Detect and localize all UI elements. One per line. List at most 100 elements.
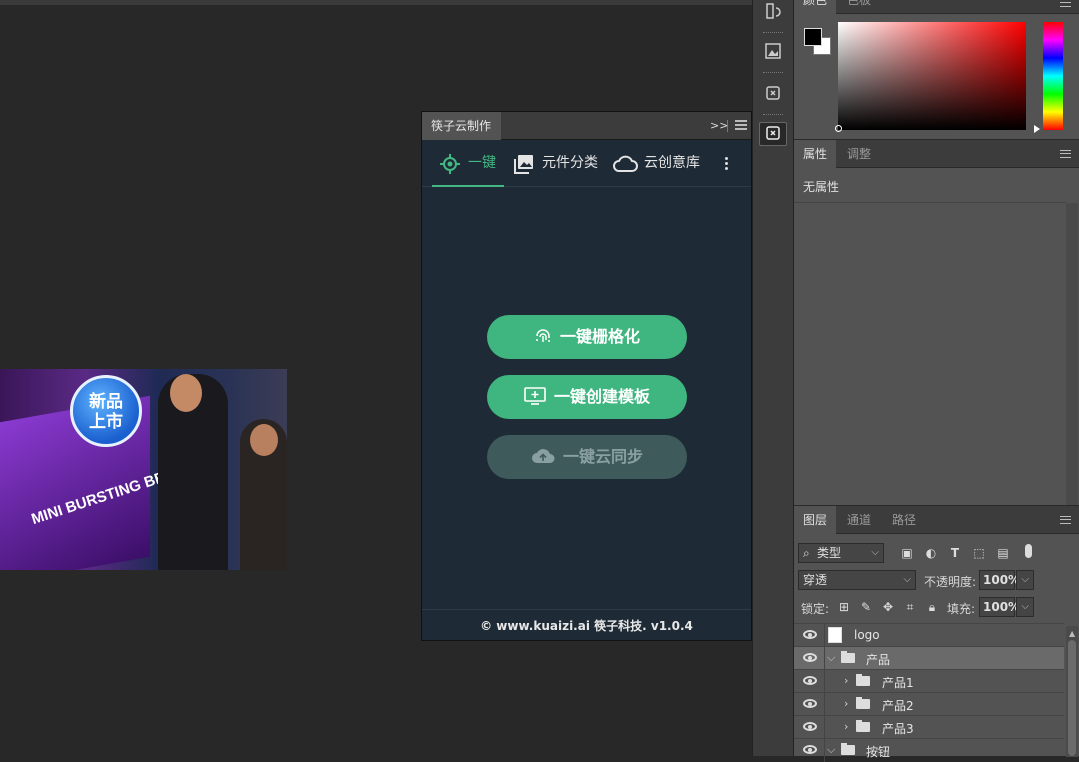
visibility-eye-icon[interactable] bbox=[803, 653, 817, 662]
opacity-input[interactable]: 100% bbox=[979, 570, 1020, 590]
kuaizi-plugin-panel: 筷子云制作 >> 一键 元件分类 云创意库 一键栅格化 一键创建模板 一键云同步… bbox=[421, 111, 752, 641]
lock-artboard-icon[interactable]: ⌗ bbox=[903, 601, 917, 613]
filter-toggle-icon[interactable] bbox=[1025, 544, 1032, 558]
chevron-down-icon: ⌵ bbox=[871, 547, 879, 558]
layer-row[interactable]: ⌵ 产品 bbox=[794, 646, 1064, 670]
properties-menu-icon[interactable] bbox=[1060, 150, 1071, 158]
opacity-dropdown[interactable]: ⌵ bbox=[1016, 570, 1034, 590]
folder-icon bbox=[841, 651, 855, 663]
lock-all-icon[interactable]: 🔒︎ bbox=[925, 601, 939, 613]
layer-row[interactable]: › 产品1 bbox=[794, 669, 1064, 693]
plugin-tab[interactable]: 筷子云制作 bbox=[422, 112, 501, 140]
lock-label: 锁定: bbox=[801, 602, 830, 616]
row-divider bbox=[824, 647, 825, 670]
fill-input[interactable]: 100% bbox=[979, 597, 1020, 617]
grip[interactable] bbox=[763, 32, 783, 35]
target-icon bbox=[440, 154, 460, 174]
more-options-icon[interactable] bbox=[725, 157, 729, 172]
grip[interactable] bbox=[763, 72, 783, 75]
properties-divider bbox=[794, 202, 1066, 203]
tab-channels[interactable]: 通道 bbox=[838, 506, 880, 534]
plugin-footer: © www.kuaizi.ai 筷子科技. v1.0.4 bbox=[422, 609, 751, 641]
panel-icon-strip bbox=[752, 0, 794, 756]
layers-scroll-thumb[interactable] bbox=[1068, 640, 1076, 756]
color-spectrum-field[interactable] bbox=[838, 22, 1026, 130]
layers-scrollbar[interactable]: ▲ bbox=[1066, 626, 1078, 757]
layers-tabs: 图层 通道 路径 bbox=[794, 506, 1079, 534]
no-properties-text: 无属性 bbox=[803, 180, 840, 194]
hue-slider-handle[interactable] bbox=[1034, 125, 1040, 133]
visibility-eye-icon[interactable] bbox=[803, 722, 817, 731]
scroll-up-icon[interactable]: ▲ bbox=[1069, 629, 1075, 638]
layer-name: 产品1 bbox=[882, 676, 914, 690]
layer-filter-select[interactable]: ⌕ 类型 ⌵ bbox=[798, 543, 884, 563]
fill-dropdown[interactable]: ⌵ bbox=[1016, 597, 1034, 617]
filter-type-icon[interactable]: T bbox=[948, 547, 962, 559]
tab-properties[interactable]: 属性 bbox=[794, 140, 837, 168]
grip[interactable] bbox=[763, 114, 783, 117]
tab-layers[interactable]: 图层 bbox=[794, 506, 837, 534]
tab-cloud-label: 云创意库 bbox=[644, 155, 700, 171]
filter-adjustment-icon[interactable]: ◐ bbox=[924, 547, 938, 559]
folder-icon bbox=[856, 697, 870, 709]
row-divider bbox=[824, 624, 825, 647]
kuaizi-panel-icon[interactable] bbox=[759, 122, 787, 146]
visibility-eye-icon[interactable] bbox=[803, 699, 817, 708]
layer-row[interactable]: › 产品2 bbox=[794, 692, 1064, 716]
layer-name: 产品 bbox=[866, 653, 891, 667]
folder-icon bbox=[856, 720, 870, 732]
history-icon[interactable] bbox=[759, 0, 787, 24]
cloud-sync-button: 一键云同步 bbox=[487, 435, 687, 479]
rasterize-button[interactable]: 一键栅格化 bbox=[487, 315, 687, 359]
rasterize-label: 一键栅格化 bbox=[559, 327, 640, 346]
tab-onekey[interactable]: 一键 bbox=[432, 141, 504, 187]
create-template-button[interactable]: 一键创建模板 bbox=[487, 375, 687, 419]
chevron-down-icon: ⌵ bbox=[1021, 601, 1029, 612]
tab-swatches[interactable]: 色板 bbox=[838, 0, 880, 14]
visibility-eye-icon[interactable] bbox=[803, 630, 817, 639]
properties-body: 无属性 bbox=[794, 168, 1079, 506]
layer-row[interactable]: ⌵ 按钮 bbox=[794, 738, 1064, 762]
hue-slider[interactable] bbox=[1043, 22, 1063, 130]
layers-menu-icon[interactable] bbox=[1060, 516, 1071, 524]
image-panel-icon[interactable] bbox=[759, 40, 787, 64]
plugin-panel-icon[interactable] bbox=[759, 82, 787, 106]
row-divider bbox=[824, 693, 825, 716]
layer-name: logo bbox=[854, 628, 880, 642]
chevron-down-icon: ⌵ bbox=[903, 574, 911, 585]
color-panel-menu-icon[interactable] bbox=[1060, 0, 1071, 7]
plugin-tabbar: 筷子云制作 >> bbox=[422, 112, 751, 140]
chevron-down-icon[interactable]: ⌵ bbox=[827, 651, 835, 665]
lock-image-icon[interactable]: ✎ bbox=[859, 601, 873, 613]
properties-panel: 属性 调整 无属性 bbox=[794, 139, 1079, 505]
visibility-eye-icon[interactable] bbox=[803, 676, 817, 685]
properties-scrollbar[interactable] bbox=[1066, 203, 1078, 505]
filter-shape-icon[interactable]: ⬚ bbox=[972, 547, 986, 559]
color-panel: 颜色 色板 bbox=[794, 0, 1079, 139]
tab-adjustments[interactable]: 调整 bbox=[838, 140, 880, 168]
chevron-right-icon[interactable]: › bbox=[844, 674, 848, 687]
blend-mode-select[interactable]: 穿透 ⌵ bbox=[798, 570, 916, 590]
tabbar-divider bbox=[727, 120, 728, 132]
lock-position-icon[interactable]: ✥ bbox=[881, 601, 895, 613]
chevron-right-icon[interactable]: › bbox=[844, 697, 848, 710]
filter-pixel-icon[interactable]: ▣ bbox=[900, 547, 914, 559]
tab-color[interactable]: 颜色 bbox=[794, 0, 837, 14]
layer-row[interactable]: › 产品3 bbox=[794, 715, 1064, 739]
tab-cloud-library[interactable]: 云创意库 bbox=[612, 141, 700, 187]
collapse-panel-icon[interactable]: >> bbox=[710, 119, 728, 132]
lock-transparent-icon[interactable]: ⊞ bbox=[837, 601, 851, 613]
foreground-color-swatch[interactable] bbox=[804, 28, 822, 46]
filter-smart-object-icon[interactable]: ▤ bbox=[996, 547, 1010, 559]
chevron-right-icon[interactable]: › bbox=[844, 720, 848, 733]
color-picker-cursor[interactable] bbox=[835, 125, 842, 132]
visibility-eye-icon[interactable] bbox=[803, 745, 817, 754]
row-divider bbox=[824, 670, 825, 693]
face-right bbox=[250, 424, 278, 456]
cloud-sync-label: 一键云同步 bbox=[562, 447, 643, 466]
layer-row[interactable]: logo bbox=[794, 623, 1064, 647]
tab-paths[interactable]: 路径 bbox=[883, 506, 925, 534]
chevron-down-icon[interactable]: ⌵ bbox=[827, 743, 835, 757]
panel-menu-icon[interactable] bbox=[735, 120, 747, 130]
tab-components[interactable]: 元件分类 bbox=[512, 141, 598, 187]
